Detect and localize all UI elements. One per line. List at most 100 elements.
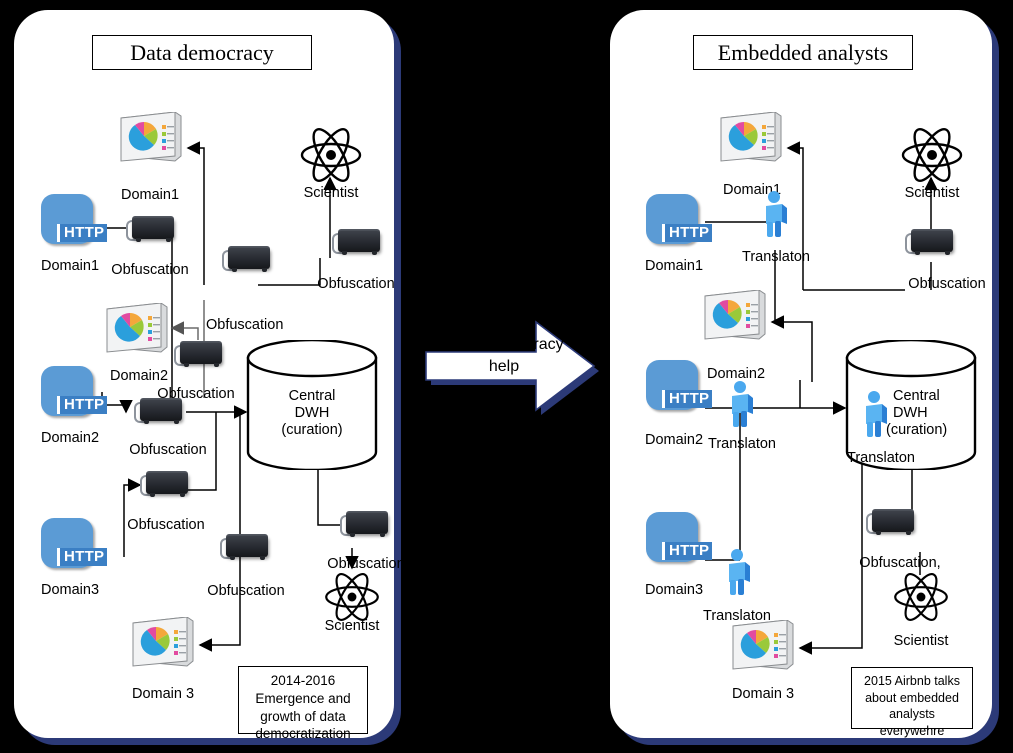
source-badge: HTTP	[57, 396, 108, 414]
source-label-domain3-left: Domain3	[40, 582, 100, 598]
server-foot	[380, 533, 385, 537]
server-foot	[945, 251, 950, 255]
scientist-label-bottom-left: Scientist	[324, 618, 380, 634]
source-badge: HTTP	[662, 542, 713, 560]
right-panel-note: 2015 Airbnb talks about embedded analyst…	[851, 667, 973, 738]
dashboard-icon-domain1-left	[118, 111, 184, 164]
server-icon-obfuscation-4-left	[174, 340, 226, 370]
server-foot	[214, 363, 219, 367]
server-foot	[136, 238, 141, 242]
scientist-label-top-left: Scientist	[303, 185, 359, 201]
server-body	[872, 511, 914, 532]
left-panel-note: 2014-2016 Emergence and growth of data d…	[238, 666, 368, 741]
server-label-obfuscation-2-right: Obfuscation,	[859, 555, 941, 571]
server-icon-obfuscation-2-left	[222, 245, 274, 275]
source-label-domain1-right: Domain1	[644, 258, 704, 274]
server-label-obfuscation-4-left: Obfuscation	[206, 317, 284, 333]
source-badge: HTTP	[662, 224, 713, 242]
note-line: growth of data	[260, 708, 346, 724]
central-dwh-line3-left: (curation)	[281, 422, 343, 438]
server-foot	[260, 556, 265, 560]
source-label-domain2-right: Domain2	[644, 432, 704, 448]
dashboard-icon-domain3-left	[130, 616, 196, 669]
note-line: 2015 Airbnb talks	[864, 674, 960, 688]
translator-icon-2-right	[728, 380, 756, 427]
server-foot	[174, 420, 179, 424]
server-icon-obfuscation-8-left	[220, 533, 272, 563]
source-label-domain1-left: Domain1	[40, 258, 100, 274]
scientist-icon-bottom-right	[890, 573, 952, 626]
dashboard-icon-domain2-right	[702, 289, 768, 342]
diagram-canvas: Data democracy Domain1 Scientist HTTP Do…	[0, 0, 1013, 753]
server-icon-obfuscation-6-left	[134, 397, 186, 427]
server-label-obfuscation-8-left: Obfuscation	[207, 583, 285, 599]
server-foot	[342, 251, 347, 255]
note-line: analysts everywehre	[879, 707, 945, 738]
server-foot	[262, 268, 267, 272]
server-body	[140, 400, 182, 421]
central-dwh-line2-left: DWH	[294, 405, 330, 421]
server-icon-obfuscation-1-left	[126, 215, 178, 245]
dashboard-label-domain1-left: Domain1	[120, 187, 180, 203]
central-dwh-line1-left: Central	[288, 388, 336, 404]
source-icon-domain2-left: HTTP	[41, 366, 108, 426]
translator-label-2-right: Translaton	[708, 436, 776, 452]
note-line: 2014-2016	[270, 673, 336, 688]
server-body	[338, 231, 380, 252]
server-icon-obfuscation-7-left	[140, 470, 192, 500]
source-badge: HTTP	[662, 390, 713, 408]
central-dwh-line3-right: (curation)	[886, 422, 948, 438]
scientist-label-top-right: Scientist	[904, 185, 960, 201]
server-foot	[350, 533, 355, 537]
source-icon-domain1-left: HTTP	[41, 194, 108, 254]
dashboard-label-domain2-left: Domain2	[109, 368, 169, 384]
server-body	[911, 231, 953, 252]
server-body	[346, 513, 388, 534]
translator-icon-1-right	[762, 190, 790, 237]
source-icon-domain2-right: HTTP	[646, 360, 713, 420]
note-line: about embedded	[865, 690, 959, 705]
translator-icon-4-right	[725, 548, 753, 595]
server-foot	[906, 531, 911, 535]
server-body	[146, 473, 188, 494]
dashboard-label-domain3-left: Domain 3	[131, 686, 195, 702]
server-foot	[915, 251, 920, 255]
source-icon-domain1-right: HTTP	[646, 194, 713, 254]
server-foot	[166, 238, 171, 242]
server-foot	[230, 556, 235, 560]
server-body	[226, 536, 268, 557]
server-label-obfuscation-6-left: Obfuscation	[129, 442, 207, 458]
translator-label-1-right: Translaton	[742, 249, 810, 265]
server-icon-obfuscation-2-right	[866, 508, 918, 538]
dashboard-icon-domain3-right	[730, 619, 796, 672]
transition-arrow-line2: help	[488, 358, 520, 375]
server-label-obfuscation-7-left: Obfuscation	[127, 517, 205, 533]
server-foot	[150, 493, 155, 497]
server-body	[228, 248, 270, 269]
server-label-obfuscation-3-left: Obfuscation	[317, 276, 395, 292]
server-label-obfuscation-1-right: Obfuscation	[908, 276, 986, 292]
central-dwh-line2-right: DWH	[893, 405, 928, 421]
note-line: democratization	[255, 726, 351, 742]
scientist-icon-top-right	[901, 128, 963, 187]
right-panel-title: Embedded analysts	[693, 35, 913, 70]
server-icon-obfuscation-9-left	[340, 510, 392, 540]
server-foot	[184, 363, 189, 367]
server-foot	[144, 420, 149, 424]
dashboard-icon-domain1-right	[718, 111, 784, 164]
left-panel-title: Data democracy	[92, 35, 312, 70]
dashboard-icon-domain2-left	[104, 302, 170, 355]
dashboard-label-domain3-right: Domain 3	[731, 686, 795, 702]
source-badge: HTTP	[57, 224, 108, 242]
server-foot	[232, 268, 237, 272]
server-body	[132, 218, 174, 239]
note-line: Emergence and	[255, 690, 351, 706]
source-icon-domain3-right: HTTP	[646, 512, 713, 572]
source-icon-domain3-left: HTTP	[41, 518, 108, 578]
source-label-domain3-right: Domain3	[644, 582, 704, 598]
server-foot	[372, 251, 377, 255]
server-body	[180, 343, 222, 364]
source-label-domain2-left: Domain2	[40, 430, 100, 446]
scientist-label-bottom-right: Scientist	[893, 633, 949, 649]
central-dwh-line1-right: Central	[893, 388, 940, 404]
